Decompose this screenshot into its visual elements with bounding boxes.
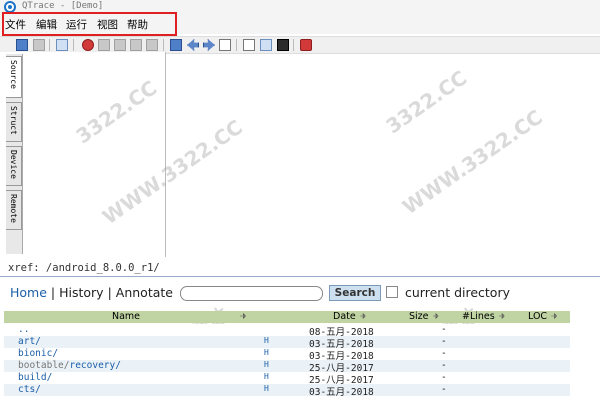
close-record-icon[interactable] — [300, 39, 312, 51]
header-loc[interactable]: LOC — [528, 311, 558, 322]
menu-file[interactable]: 文件 — [5, 17, 26, 32]
tab-source[interactable]: Source — [6, 56, 22, 98]
row-name[interactable]: bionic/ — [18, 348, 58, 359]
tab-struct-label: Struct — [9, 106, 18, 135]
header-date[interactable]: Date — [333, 311, 366, 322]
history-h-link[interactable]: H — [264, 360, 269, 369]
history-h-link[interactable]: H — [264, 372, 269, 381]
search-input[interactable] — [180, 286, 323, 301]
menu-run[interactable]: 运行 — [66, 17, 87, 32]
vertical-tab-strip: Source Struct Device Remote — [6, 54, 23, 254]
row-date: 03-五月-2018 — [309, 387, 374, 398]
annotate-link[interactable]: Annotate — [116, 285, 173, 300]
sort-icon — [359, 313, 366, 319]
tab-struct[interactable]: Struct — [6, 102, 22, 142]
nav-separator: | — [107, 285, 112, 300]
header-size-label: Size — [409, 311, 429, 322]
window-icon[interactable] — [219, 39, 231, 51]
table-header: Name Date Size #Lines LOC — [4, 311, 570, 323]
row-size: - — [441, 384, 447, 395]
side-panel — [0, 52, 166, 257]
row-name[interactable]: cts/ — [18, 384, 41, 395]
watermark: 3322.CC — [381, 65, 472, 139]
table-row[interactable]: build/ H 25-八月-2017 - — [4, 372, 570, 386]
current-directory-checkbox[interactable] — [386, 286, 398, 298]
table-row[interactable]: bionic/ H 03-五月-2018 - — [4, 348, 570, 362]
divider — [0, 276, 600, 277]
tab-source-label: Source — [9, 60, 18, 89]
header-lines[interactable]: #Lines — [462, 311, 505, 322]
sort-icon — [432, 313, 439, 319]
toolbar-separator — [73, 39, 74, 51]
header-lines-label: #Lines — [462, 311, 495, 322]
step-up-icon[interactable] — [130, 39, 142, 51]
nav-separator: | — [50, 285, 56, 300]
watermark: WWW.3322.CC — [398, 104, 547, 220]
tab-device[interactable]: Device — [6, 146, 22, 186]
row-size: - — [441, 324, 447, 335]
menu-bar: 文件 编辑 运行 视图 帮助 — [0, 14, 600, 34]
tab-remote-label: Remote — [9, 194, 18, 223]
row-size: - — [441, 336, 447, 347]
window-split-icon[interactable] — [243, 39, 255, 51]
row-size: - — [441, 348, 447, 359]
forward-icon[interactable] — [203, 39, 215, 51]
step-down-icon[interactable] — [114, 39, 126, 51]
row-name[interactable]: bootable/recovery/ — [18, 360, 121, 371]
sort-icon — [498, 313, 505, 319]
app-icon — [4, 1, 16, 13]
image-icon[interactable] — [260, 39, 272, 51]
search-icon[interactable] — [170, 39, 182, 51]
history-h-link[interactable]: H — [264, 384, 269, 393]
history-link[interactable]: History — [59, 285, 103, 300]
table-row[interactable]: .. 08-五月-2018 - — [4, 324, 570, 338]
tab-remote[interactable]: Remote — [6, 190, 22, 230]
header-name[interactable]: Name — [112, 311, 140, 322]
row-name-main[interactable]: recovery/ — [69, 360, 120, 371]
toolbar-separator — [163, 39, 164, 51]
history-h-link[interactable]: H — [264, 336, 269, 345]
toolbar-separator — [49, 39, 50, 51]
menu-edit[interactable]: 编辑 — [36, 17, 57, 32]
table-row[interactable]: art/ H 03-五月-2018 - — [4, 336, 570, 350]
table-row[interactable]: cts/ H 03-五月-2018 - — [4, 384, 570, 398]
row-name-prefix[interactable]: bootable/ — [18, 360, 69, 371]
menu-view[interactable]: 视图 — [97, 17, 118, 32]
row-size: - — [441, 360, 447, 371]
toolbar-separator — [293, 39, 294, 51]
terminal-icon[interactable] — [277, 39, 289, 51]
title-bar: QTrace - [Demo] — [0, 0, 600, 14]
history-h-link[interactable]: H — [264, 348, 269, 357]
home-link[interactable]: Home — [10, 285, 47, 300]
sort-icon — [551, 313, 558, 319]
window-title: QTrace - [Demo] — [22, 1, 104, 11]
row-size: - — [441, 372, 447, 383]
back-icon[interactable] — [187, 39, 199, 51]
play-icon[interactable] — [146, 39, 158, 51]
header-loc-label: LOC — [528, 311, 548, 322]
nav-bar: Home | History | Annotate — [10, 285, 173, 300]
sort-icon[interactable] — [236, 311, 246, 322]
header-name-label: Name — [112, 311, 141, 322]
stop-icon[interactable] — [33, 39, 45, 51]
header-size[interactable]: Size — [409, 311, 439, 322]
tab-device-label: Device — [9, 150, 18, 179]
xref-path: xref: /android_8.0.0_r1/ — [8, 262, 160, 274]
layers-icon[interactable] — [16, 39, 28, 51]
menu-help[interactable]: 帮助 — [127, 17, 148, 32]
redo-icon[interactable] — [98, 39, 110, 51]
current-directory-label: current directory — [405, 285, 510, 300]
table-row[interactable]: bootable/recovery/ H 25-八月-2017 - — [4, 360, 570, 374]
toolbar-separator — [236, 39, 237, 51]
row-name[interactable]: build/ — [18, 372, 52, 383]
record-icon[interactable] — [82, 39, 94, 51]
row-name[interactable]: art/ — [18, 336, 41, 347]
row-name[interactable]: .. — [18, 324, 29, 335]
database-icon[interactable] — [56, 39, 68, 51]
search-button[interactable]: Search — [329, 285, 381, 301]
header-date-label: Date — [333, 311, 356, 322]
